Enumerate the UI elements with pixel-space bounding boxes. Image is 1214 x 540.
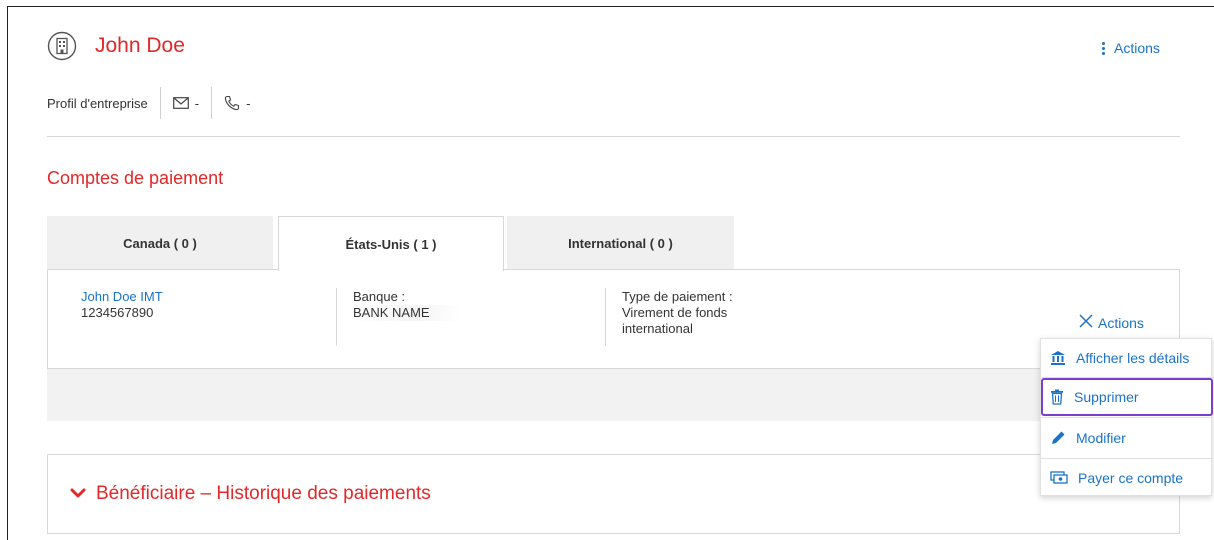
history-panel: Bénéficiaire – Historique des paiements (47, 454, 1180, 534)
tab-international[interactable]: International ( 0 ) (507, 216, 734, 270)
payment-type-line2: international (622, 321, 693, 336)
bank-label: Banque : (353, 289, 406, 304)
pencil-icon (1050, 430, 1066, 446)
menu-item-supprimer[interactable]: Supprimer (1041, 378, 1213, 416)
account-actions-button[interactable]: Actions (1078, 313, 1144, 332)
history-toggle[interactable]: Bénéficiaire – Historique des paiements (70, 483, 431, 505)
phone-contact: - (224, 95, 250, 111)
close-icon (1078, 313, 1094, 332)
tab-label: Canada ( 0 ) (123, 235, 197, 251)
menu-item-payer-compte[interactable]: Payer ce compte (1041, 459, 1213, 497)
payment-type-column: Type de paiement : Virement de fonds int… (622, 289, 733, 337)
column-separator (605, 288, 606, 346)
trash-icon (1050, 389, 1064, 405)
menu-item-label: Afficher les détails (1076, 350, 1190, 366)
account-column: John Doe IMT 1234567890 (81, 289, 163, 321)
tab-etats-unis[interactable]: États-Unis ( 1 ) (278, 216, 504, 271)
header-actions-label: Actions (1114, 40, 1160, 56)
tab-label: International ( 0 ) (568, 235, 673, 251)
kebab-icon (1102, 41, 1106, 55)
phone-value: - (246, 95, 251, 111)
payment-type-line1: Virement de fonds (622, 305, 728, 320)
account-name-link[interactable]: John Doe IMT (81, 289, 163, 305)
email-contact: - (172, 95, 200, 111)
actions-menu: Afficher les détails Supprimer Modifier … (1040, 338, 1213, 497)
chevron-down-icon (70, 483, 86, 505)
header-divider (47, 136, 1180, 137)
column-separator (336, 288, 337, 346)
tab-canada[interactable]: Canada ( 0 ) (47, 216, 273, 270)
envelope-icon (172, 97, 189, 109)
page-title: John Doe (95, 34, 185, 57)
separator (211, 87, 213, 119)
bank-name: BANK NAME (353, 305, 460, 321)
menu-item-label: Payer ce compte (1078, 470, 1184, 486)
profile-row: Profil d'entreprise - - (47, 86, 250, 120)
account-number: 1234567890 (81, 305, 154, 320)
building-icon (47, 31, 77, 61)
tab-label: États-Unis ( 1 ) (345, 236, 437, 252)
separator (159, 87, 161, 119)
account-actions-label: Actions (1098, 314, 1144, 331)
menu-item-modifier[interactable]: Modifier (1041, 419, 1213, 457)
menu-item-label: Supprimer (1074, 389, 1139, 405)
profile-type: Profil d'entreprise (47, 95, 148, 111)
card-footer-band (47, 369, 1180, 421)
header-actions-button[interactable]: Actions (1102, 40, 1160, 56)
money-icon (1050, 471, 1068, 485)
account-card: John Doe IMT 1234567890 Banque : BANK NA… (47, 269, 1180, 369)
bank-icon (1050, 350, 1066, 366)
email-value: - (194, 95, 200, 111)
menu-item-label: Modifier (1076, 430, 1126, 446)
payment-type-label: Type de paiement : (622, 289, 733, 304)
section-title: Comptes de paiement (47, 168, 224, 188)
menu-item-afficher-details[interactable]: Afficher les détails (1041, 339, 1213, 377)
phone-icon (224, 95, 240, 111)
history-title: Bénéficiaire – Historique des paiements (96, 483, 431, 504)
bank-column: Banque : BANK NAME (353, 289, 460, 321)
menu-separator (1041, 417, 1213, 418)
